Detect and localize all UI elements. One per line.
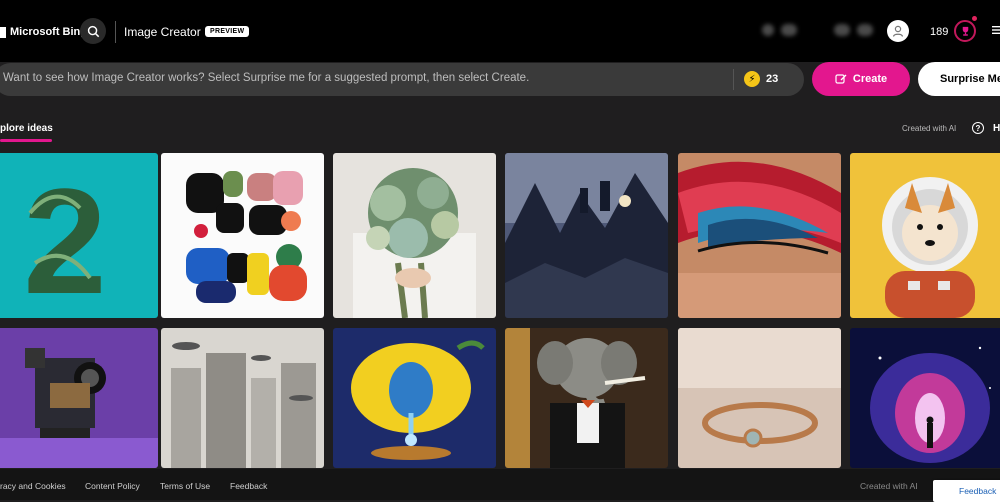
image-tile-eye-makeup[interactable] <box>678 153 841 318</box>
boost-count: 23 <box>766 73 779 85</box>
app-title[interactable]: Image Creator <box>124 25 201 39</box>
bing-logo-icon <box>0 26 6 38</box>
bing-logo[interactable]: Microsoft Bing <box>0 24 87 40</box>
help-icon[interactable]: ? <box>972 122 984 134</box>
blurred-account-info <box>834 24 850 36</box>
feedback-button[interactable]: Feedback <box>933 480 1000 502</box>
rewards-button[interactable] <box>954 20 976 42</box>
create-icon <box>835 74 847 84</box>
trophy-icon <box>962 26 968 36</box>
preview-badge: PREVIEW <box>205 26 250 37</box>
svg-text:2: 2 <box>23 157 106 318</box>
boost-divider <box>733 69 734 90</box>
footer: racy and Cookies Content Policy Terms of… <box>0 469 1000 500</box>
image-tile-elephant-portrait[interactable] <box>505 328 668 468</box>
rewards-points[interactable]: 189 <box>930 26 948 38</box>
notification-dot <box>972 16 977 21</box>
menu-icon[interactable] <box>991 24 1000 36</box>
search-button[interactable] <box>80 18 106 44</box>
top-bar: Microsoft Bing Image Creator PREVIEW 189 <box>0 0 1000 62</box>
footer-link-privacy[interactable]: racy and Cookies <box>0 481 66 491</box>
create-label: Create <box>852 73 888 85</box>
boost-icon[interactable]: ⚡ <box>744 71 760 87</box>
blurred-account-info <box>762 24 774 36</box>
tab-active-indicator <box>0 139 52 142</box>
avatar-icon <box>892 25 904 37</box>
prompt-bar: ⚡ 23 <box>0 63 804 96</box>
blurred-account-info <box>857 24 873 36</box>
image-tile-surreal-lemon[interactable] <box>333 328 496 468</box>
image-tile-cosmic-figure[interactable] <box>850 328 1000 468</box>
image-tile-abstract-shapes[interactable] <box>161 153 324 318</box>
footer-link-feedback[interactable]: Feedback <box>230 481 267 491</box>
help-link[interactable]: H <box>993 123 1000 134</box>
feedback-button-label: Feedback <box>959 486 997 496</box>
create-button[interactable]: Create <box>812 62 910 96</box>
image-tile-dark-castle[interactable] <box>505 153 668 318</box>
image-tile-number-two[interactable]: 2 <box>0 153 158 318</box>
footer-credit: Created with AI <box>860 481 918 491</box>
image-tile-succulent-bouquet[interactable] <box>333 153 496 318</box>
footer-link-content-policy[interactable]: Content Policy <box>85 481 140 491</box>
image-tile-shiba-astronaut[interactable] <box>850 153 1000 318</box>
brand-name: Microsoft Bing <box>10 26 87 38</box>
surprise-label: Surprise Me <box>940 73 1000 85</box>
tab-explore-ideas[interactable]: plore ideas <box>0 123 53 134</box>
surprise-me-button[interactable]: Surprise Me <box>918 62 1000 96</box>
created-with-ai-label: Created with AI <box>902 124 957 133</box>
header-divider <box>115 21 116 43</box>
footer-link-terms[interactable]: Terms of Use <box>160 481 210 491</box>
prompt-input[interactable] <box>3 72 723 84</box>
avatar[interactable] <box>887 20 909 42</box>
blurred-account-info <box>781 24 797 36</box>
search-icon <box>87 25 99 37</box>
image-tile-futuristic-city[interactable] <box>161 328 324 468</box>
image-tile-gold-ring[interactable] <box>678 328 841 468</box>
image-tile-robot-machine[interactable] <box>0 328 158 468</box>
